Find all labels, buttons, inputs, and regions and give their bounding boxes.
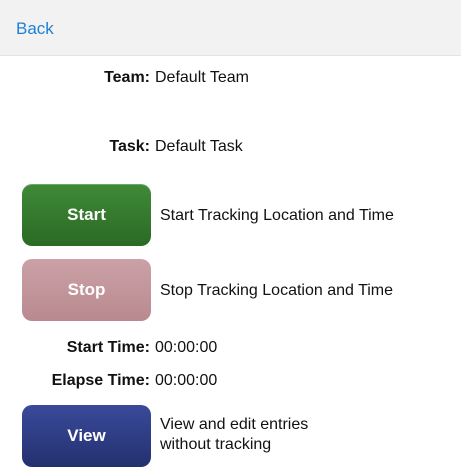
start-description: Start Tracking Location and Time — [160, 207, 394, 224]
view-description: View and edit entries without tracking — [160, 416, 309, 453]
task-value: Default Task — [155, 138, 243, 155]
start-time-row: Start Time: 00:00:00 — [0, 336, 461, 360]
team-value: Default Team — [155, 69, 249, 86]
start-time-label: Start Time: — [66, 339, 150, 356]
view-button[interactable]: View — [22, 405, 151, 467]
elapse-time-value: 00:00:00 — [155, 372, 218, 389]
elapse-time-label: Elapse Time: — [51, 372, 150, 389]
stop-description: Stop Tracking Location and Time — [160, 282, 394, 299]
navigation-bar: Back — [0, 0, 461, 56]
start-time-value: 00:00:00 — [155, 339, 218, 356]
team-label: Team: — [104, 69, 150, 86]
stop-button[interactable]: Stop — [22, 259, 151, 321]
back-button[interactable]: Back — [16, 19, 54, 39]
elapse-time-row: Elapse Time: 00:00:00 — [0, 369, 461, 393]
team-row: Team: Default Team — [0, 66, 461, 90]
task-label: Task: — [109, 138, 150, 155]
start-button[interactable]: Start — [22, 184, 151, 246]
task-row: Task: Default Task — [0, 135, 461, 159]
